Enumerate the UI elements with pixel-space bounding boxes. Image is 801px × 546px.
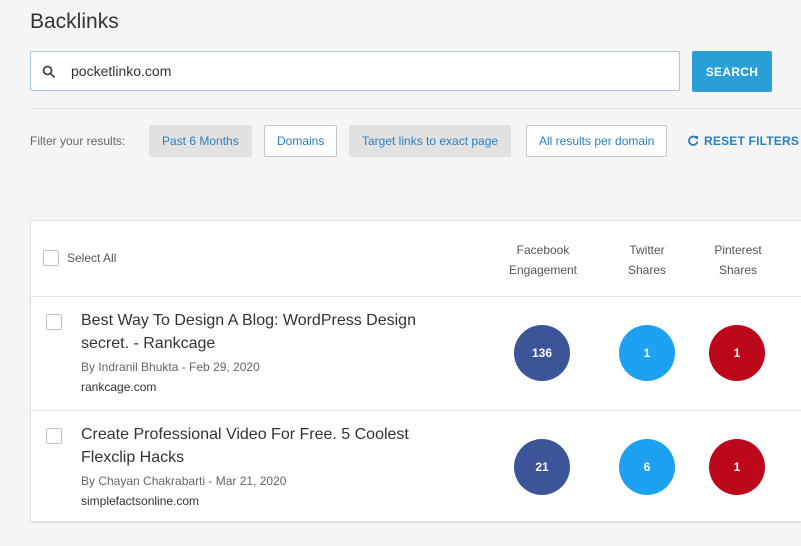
search-box[interactable] [30,51,680,91]
filter-label: Filter your results: [30,134,126,148]
row-meta: By Indranil Bhukta - Feb 29, 2020 [81,360,260,374]
filter-target-links-exact-page[interactable]: Target links to exact page [349,125,512,157]
refresh-icon [688,135,699,146]
results-table: Select All Facebook Engagement Twitter S… [30,220,801,522]
table-row: Best Way To Design A Blog: WordPress Des… [31,297,801,410]
search-icon [42,65,55,78]
row-checkbox[interactable] [46,428,62,444]
column-header-twitter-line2: Shares [627,263,667,277]
search-input[interactable] [71,52,671,90]
search-row: SEARCH [30,51,772,92]
facebook-engagement-badge: 21 [514,439,570,495]
filter-past-6-months[interactable]: Past 6 Months [149,125,252,157]
divider [30,108,801,109]
pinterest-shares-badge: 1 [709,439,765,495]
column-header-pinterest[interactable]: Pinterest Shares [698,240,778,280]
results-header: Select All Facebook Engagement Twitter S… [31,221,801,297]
row-meta: By Chayan Chakrabarti - Mar 21, 2020 [81,474,287,488]
column-header-pinterest-line2: Shares [718,263,758,277]
filter-all-results-per-domain[interactable]: All results per domain [526,125,668,157]
column-header-twitter-line1: Twitter [629,243,665,257]
column-header-facebook[interactable]: Facebook Engagement [498,240,588,280]
row-domain: simplefactsonline.com [81,494,200,508]
search-button[interactable]: SEARCH [692,51,772,92]
pinterest-shares-badge: 1 [709,325,765,381]
filter-domains[interactable]: Domains [264,125,338,157]
twitter-shares-badge: 1 [619,325,675,381]
column-header-pinterest-line1: Pinterest [714,243,762,257]
column-header-facebook-line2: Engagement [508,263,578,277]
facebook-engagement-badge: 136 [514,325,570,381]
select-all-label: Select All [67,251,117,265]
reset-filters-link[interactable]: RESET FILTERS [687,134,799,148]
row-checkbox[interactable] [46,314,62,330]
reset-filters-label: RESET FILTERS [704,134,800,148]
row-title-link[interactable]: Best Way To Design A Blog: WordPress Des… [81,309,461,355]
column-header-twitter[interactable]: Twitter Shares [607,240,687,280]
twitter-shares-badge: 6 [619,439,675,495]
column-header-facebook-line1: Facebook [516,243,570,257]
select-all-checkbox[interactable] [43,250,59,266]
table-row: Create Professional Video For Free. 5 Co… [31,410,801,523]
row-domain: rankcage.com [81,380,157,394]
row-title-link[interactable]: Create Professional Video For Free. 5 Co… [81,423,461,469]
filter-row: Filter your results: Past 6 Months Domai… [30,125,801,157]
page-title: Backlinks [30,10,119,33]
